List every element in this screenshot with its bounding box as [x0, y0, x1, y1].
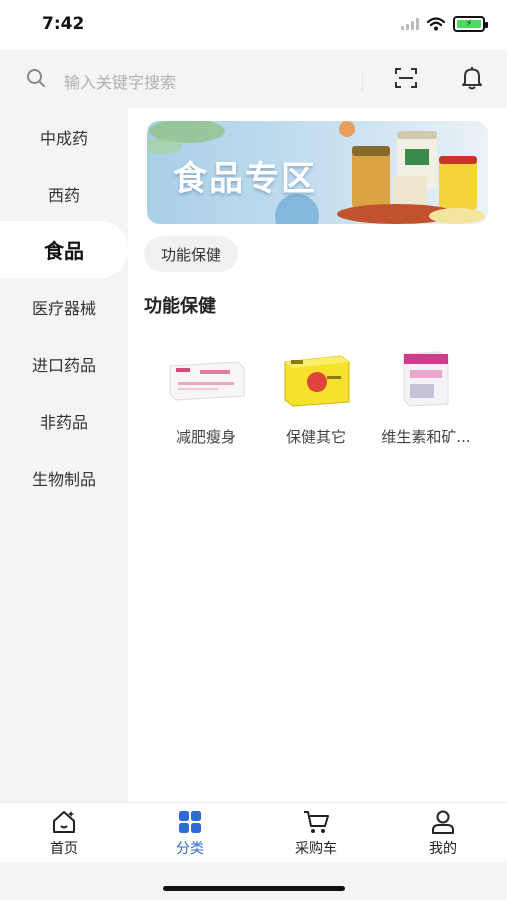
- sidebar-item-chinese-medicine[interactable]: 中成药: [0, 108, 128, 165]
- tab-category[interactable]: 分类: [145, 809, 235, 858]
- tab-label: 分类: [176, 841, 204, 857]
- status-icons: ⚡: [401, 16, 488, 32]
- category-sidebar: 中成药 西药 食品 医疗器械 进口药品 非药品 生物制品: [0, 108, 128, 802]
- user-icon: [432, 810, 454, 834]
- tab-mine[interactable]: 我的: [398, 809, 488, 858]
- search-input[interactable]: 输入关键字搜索: [64, 69, 176, 93]
- yellow-gift-box-image: [284, 355, 350, 407]
- home-icon: [53, 811, 75, 833]
- sidebar-item-label: 西药: [47, 185, 80, 205]
- product-item[interactable]: 减肥瘦身: [146, 348, 266, 447]
- scan-icon[interactable]: [394, 66, 418, 90]
- food-zone-banner[interactable]: 食品专区: [147, 121, 488, 224]
- cart-icon: [304, 811, 329, 833]
- status-time: 7:42: [42, 14, 85, 34]
- battery-fill: ⚡: [457, 19, 481, 29]
- product-item[interactable]: 保健其它: [256, 348, 376, 447]
- search-icon: [27, 69, 45, 87]
- sidebar-item-non-drugs[interactable]: 非药品: [0, 392, 128, 449]
- wifi-icon: [427, 17, 445, 31]
- sidebar-item-label: 食品: [44, 239, 84, 263]
- product-item[interactable]: 维生素和矿...: [366, 348, 486, 447]
- sidebar-item-western-medicine[interactable]: 西药: [0, 165, 128, 222]
- main-content: 食品专区 功能保健 功能保健 减肥瘦身 保健其它 维生素和矿...: [128, 108, 507, 802]
- sidebar-item-label: 生物制品: [31, 469, 96, 489]
- product-image: [366, 348, 486, 410]
- product-image: [256, 348, 376, 410]
- search-divider: [362, 72, 363, 92]
- tab-label: 我的: [429, 841, 457, 857]
- home-indicator[interactable]: [163, 886, 345, 891]
- sidebar-item-label: 中成药: [39, 128, 88, 148]
- product-image: [146, 348, 266, 410]
- bell-icon[interactable]: [461, 65, 483, 91]
- home-indicator-area: [0, 862, 507, 900]
- status-bar: 7:42 ⚡: [0, 0, 507, 50]
- subcategory-chip[interactable]: 功能保健: [144, 236, 239, 272]
- section-title: 功能保健: [144, 296, 216, 317]
- sidebar-item-food[interactable]: 食品: [0, 221, 128, 278]
- tab-label: 首页: [50, 841, 78, 857]
- sidebar-item-medical-devices[interactable]: 医疗器械: [0, 278, 128, 335]
- bottom-tab-bar: 首页 分类 采购车 我的: [0, 802, 507, 862]
- sidebar-item-label: 医疗器械: [31, 298, 96, 318]
- grid-icon: [179, 811, 201, 833]
- product-name: 维生素和矿...: [381, 428, 471, 446]
- sidebar-item-biologics[interactable]: 生物制品: [0, 449, 128, 506]
- sidebar-item-imported-drugs[interactable]: 进口药品: [0, 335, 128, 392]
- battery-icon: ⚡: [453, 16, 488, 32]
- tab-purchase-cart[interactable]: 采购车: [271, 809, 361, 858]
- sidebar-item-label: 非药品: [39, 412, 88, 432]
- sidebar-item-label: 进口药品: [31, 355, 96, 375]
- medicine-box-image: [169, 361, 245, 401]
- tab-label: 采购车: [295, 841, 337, 857]
- cellular-signal-icon: [401, 18, 419, 30]
- tab-home[interactable]: 首页: [19, 809, 109, 858]
- product-name: 保健其它: [285, 428, 346, 446]
- product-name: 减肥瘦身: [175, 428, 236, 446]
- search-bar: 输入关键字搜索: [0, 50, 507, 108]
- vitamin-box-image: [403, 351, 449, 407]
- banner-title: 食品专区: [173, 159, 317, 199]
